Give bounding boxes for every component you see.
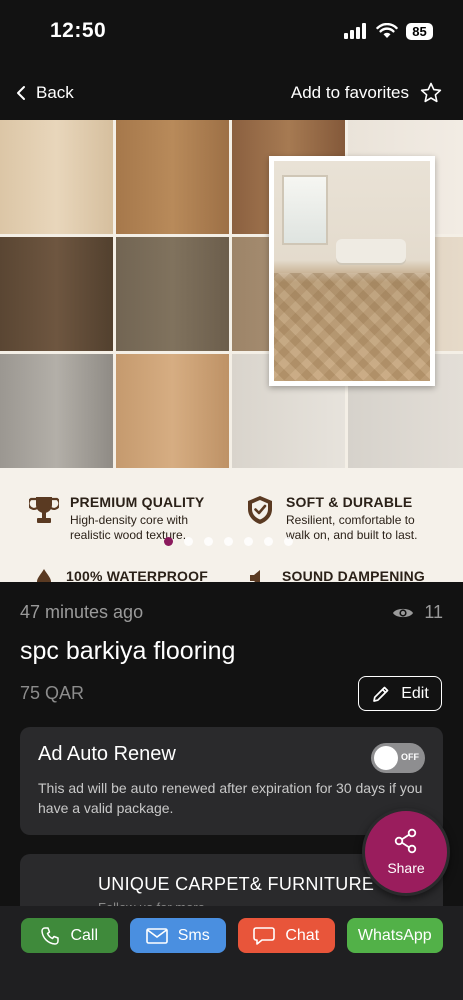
posted-time: 47 minutes ago	[20, 602, 144, 622]
wifi-icon	[376, 23, 398, 38]
star-icon	[420, 82, 442, 103]
sms-button[interactable]: Sms	[129, 918, 226, 953]
feature-item: SOUND DAMPENING	[244, 568, 425, 582]
feature-title: SOFT & DURABLE	[286, 494, 413, 510]
edit-label: Edit	[401, 684, 429, 702]
chat-label: Chat	[285, 926, 320, 944]
feature-item: 100% WATERPROOF	[32, 568, 208, 582]
envelope-icon	[145, 927, 168, 944]
listing-price: 75 QAR	[20, 683, 85, 703]
flooring-samples-image	[0, 120, 463, 468]
speaker-icon	[250, 570, 260, 582]
back-button[interactable]: Back	[16, 83, 74, 103]
carousel-pagination	[164, 537, 293, 546]
share-button[interactable]: Share	[362, 808, 450, 896]
pencil-icon	[373, 686, 389, 702]
shield-check-icon	[248, 496, 272, 524]
trophy-icon	[29, 497, 59, 523]
chat-button[interactable]: Chat	[238, 918, 335, 953]
toggle-knob	[374, 746, 398, 770]
whatsapp-button[interactable]: WhatsApp	[346, 918, 443, 953]
status-time: 12:50	[50, 19, 107, 42]
edit-button[interactable]: Edit	[358, 676, 442, 711]
listing-image-carousel[interactable]: PREMIUM QUALITY High-density core with r…	[0, 120, 463, 582]
call-label: Call	[70, 926, 99, 944]
sms-label: Sms	[177, 926, 210, 944]
battery-indicator: 85	[406, 22, 433, 40]
signal-icon	[344, 23, 366, 39]
carousel-dot[interactable]	[284, 537, 293, 546]
view-count: 11	[392, 602, 443, 623]
share-label: Share	[387, 860, 425, 876]
whatsapp-label: WhatsApp	[357, 926, 432, 944]
chevron-left-icon	[17, 86, 25, 100]
drop-icon	[37, 569, 51, 582]
carousel-dot[interactable]	[244, 537, 253, 546]
status-bar: 12:50 85	[0, 0, 463, 62]
carousel-dot[interactable]	[204, 537, 213, 546]
carousel-dot-active[interactable]	[164, 537, 173, 546]
back-label: Back	[36, 83, 74, 102]
auto-renew-toggle[interactable]: OFF	[371, 743, 425, 773]
features-banner: PREMIUM QUALITY High-density core with r…	[0, 468, 463, 582]
feature-title: SOUND DAMPENING	[282, 568, 426, 582]
chat-bubble-icon	[253, 926, 276, 945]
feature-title: 100% WATERPROOF	[66, 568, 208, 582]
auto-renew-title: Ad Auto Renew	[38, 743, 176, 765]
carousel-dot[interactable]	[224, 537, 233, 546]
store-name: UNIQUE CARPET& FURNITURE	[98, 874, 375, 894]
toggle-state-label: OFF	[401, 752, 419, 762]
views-value: 11	[424, 602, 443, 622]
feature-description: Resilient, comfortable to walk on, and b…	[286, 513, 418, 542]
status-icons: 85	[344, 22, 433, 40]
feature-item: SOFT & DURABLE Resilient, comfortable to…	[244, 494, 436, 543]
listing-meta: 47 minutes ago 11	[20, 602, 443, 623]
room-preview-image	[269, 156, 435, 386]
contact-action-bar: Call Sms Chat WhatsApp	[0, 906, 463, 1000]
auto-renew-description: This ad will be auto renewed after expir…	[38, 780, 423, 816]
phone-icon	[41, 926, 60, 945]
feature-title: PREMIUM QUALITY	[70, 494, 205, 510]
nav-bar: Back Add to favorites	[0, 70, 463, 116]
eye-icon	[393, 608, 414, 617]
share-icon	[394, 828, 417, 854]
feature-item: PREMIUM QUALITY High-density core with r…	[28, 494, 210, 543]
carousel-dot[interactable]	[184, 537, 193, 546]
listing-title: spc barkiya flooring	[20, 637, 236, 665]
call-button[interactable]: Call	[21, 918, 118, 953]
carousel-dot[interactable]	[264, 537, 273, 546]
favorites-label: Add to favorites	[290, 83, 409, 102]
add-to-favorites-button[interactable]: Add to favorites	[291, 81, 443, 105]
